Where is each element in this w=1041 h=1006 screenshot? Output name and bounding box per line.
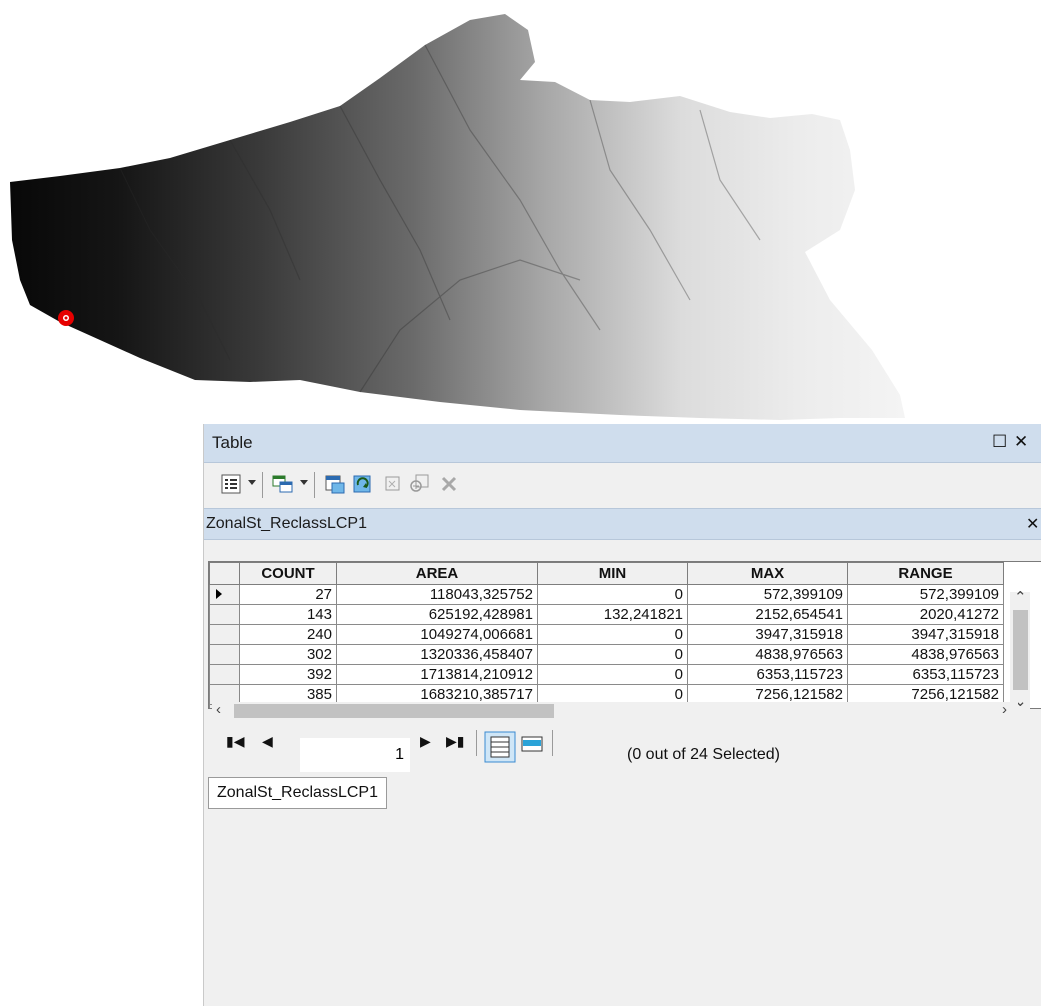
table-row[interactable]: 143 625192,428981 132,241821 2152,654541 202…: [209, 604, 1004, 625]
cell-max[interactable]: 6353,115723: [687, 664, 848, 685]
cell-min[interactable]: 132,241821: [537, 604, 688, 625]
outlet-point-icon[interactable]: [58, 310, 74, 326]
title-bar: Table ☐ ✕: [204, 424, 1041, 463]
clear-selection-icon[interactable]: [382, 473, 404, 495]
table-options-icon[interactable]: [220, 473, 242, 495]
cell-max[interactable]: 2152,654541: [687, 604, 848, 625]
related-tables-icon[interactable]: [272, 473, 294, 495]
cell-range[interactable]: 2020,41272: [847, 604, 1004, 625]
chevron-down-icon[interactable]: [248, 480, 256, 485]
cell-area[interactable]: 625192,428981: [336, 604, 538, 625]
cell-count[interactable]: 143: [239, 604, 337, 625]
close-icon[interactable]: ✕: [1014, 432, 1028, 452]
last-record-icon[interactable]: ▶▮: [446, 733, 464, 750]
maximize-icon[interactable]: ☐: [992, 432, 1007, 452]
cell-max[interactable]: 572,399109: [687, 584, 848, 605]
next-record-icon[interactable]: ▶: [420, 733, 431, 750]
cell-count[interactable]: 27: [239, 584, 337, 605]
window-title: Table: [212, 433, 253, 452]
table-window: Table ☐ ✕ ZonalSt_ReclassLCP1 ✕ COUNT AR…: [203, 424, 1041, 1006]
tab-zonalst-reclasslcp1[interactable]: ZonalSt_ReclassLCP1: [208, 777, 387, 809]
current-row-arrow-icon: [216, 589, 222, 599]
zoom-to-selected-icon[interactable]: [408, 473, 430, 495]
cell-max[interactable]: 3947,315918: [687, 624, 848, 645]
cell-count[interactable]: 240: [239, 624, 337, 645]
column-header-range[interactable]: RANGE: [847, 562, 1004, 585]
row-selector[interactable]: [209, 604, 240, 625]
nav-divider: [476, 730, 477, 756]
cell-range[interactable]: 3947,315918: [847, 624, 1004, 645]
toolbar-divider: [262, 472, 263, 498]
table-tab-name: ZonalSt_ReclassLCP1: [206, 515, 367, 532]
map-view[interactable]: [0, 0, 1041, 430]
cell-area[interactable]: 1713814,210912: [336, 664, 538, 685]
table-toolbar: [204, 463, 1041, 507]
selection-status: (0 out of 24 Selected): [627, 746, 780, 763]
table-row[interactable]: 240 1049274,006681 0 3947,315918 3947,315918: [209, 624, 1004, 645]
row-selector[interactable]: [209, 624, 240, 645]
select-by-attributes-icon[interactable]: [324, 473, 346, 495]
cell-area[interactable]: 1049274,006681: [336, 624, 538, 645]
attribute-grid: COUNT AREA MIN MAX RANGE 27 118043,325752…: [209, 562, 1004, 708]
scroll-left-icon[interactable]: ‹: [216, 701, 221, 718]
cell-range[interactable]: 572,399109: [847, 584, 1004, 605]
table-row[interactable]: 27 118043,325752 0 572,399109 572,399109: [209, 584, 1004, 605]
column-header-count[interactable]: COUNT: [239, 562, 337, 585]
first-record-icon[interactable]: ▮◀: [226, 733, 244, 750]
close-table-icon[interactable]: ✕: [1026, 514, 1039, 534]
cell-min[interactable]: 0: [537, 644, 688, 665]
toolbar-divider: [314, 472, 315, 498]
scroll-up-icon[interactable]: ⌃: [1014, 588, 1027, 606]
chevron-down-icon[interactable]: [300, 480, 308, 485]
row-selector[interactable]: [209, 584, 240, 605]
vertical-scrollbar[interactable]: ⌃ ⌄: [1010, 589, 1030, 715]
current-record-number: 1: [395, 746, 404, 763]
show-selected-records-icon[interactable]: [520, 735, 544, 755]
table-row[interactable]: 302 1320336,458407 0 4838,976563 4838,976563: [209, 644, 1004, 665]
cell-area[interactable]: 1320336,458407: [336, 644, 538, 665]
column-header-max[interactable]: MAX: [687, 562, 848, 585]
table-row[interactable]: 392 1713814,210912 0 6353,115723 6353,115723: [209, 664, 1004, 685]
current-record-field[interactable]: 1: [300, 738, 410, 772]
previous-record-icon[interactable]: ◀: [262, 733, 273, 750]
cell-count[interactable]: 392: [239, 664, 337, 685]
vertical-scroll-thumb[interactable]: [1013, 610, 1028, 690]
nav-divider: [552, 730, 553, 756]
attribute-table: COUNT AREA MIN MAX RANGE 27 118043,325752…: [208, 561, 1041, 709]
cell-min[interactable]: 0: [537, 664, 688, 685]
cell-count[interactable]: 302: [239, 644, 337, 665]
horizontal-scroll-thumb[interactable]: [234, 704, 554, 718]
row-selector[interactable]: [209, 664, 240, 685]
scroll-right-icon[interactable]: ›: [1002, 701, 1007, 718]
cell-range[interactable]: 6353,115723: [847, 664, 1004, 685]
delete-selected-icon[interactable]: [438, 473, 460, 495]
show-all-records-icon[interactable]: [484, 731, 516, 763]
switch-selection-icon[interactable]: [352, 473, 374, 495]
row-selector[interactable]: [209, 644, 240, 665]
cell-min[interactable]: 0: [537, 624, 688, 645]
horizontal-scrollbar[interactable]: ‹ ›: [212, 701, 1018, 720]
column-header-min[interactable]: MIN: [537, 562, 688, 585]
cell-min[interactable]: 0: [537, 584, 688, 605]
table-tab-header[interactable]: ZonalSt_ReclassLCP1 ✕: [204, 508, 1041, 540]
cell-area[interactable]: 118043,325752: [336, 584, 538, 605]
row-selector-header[interactable]: [209, 562, 240, 585]
column-header-area[interactable]: AREA: [336, 562, 538, 585]
header-row: COUNT AREA MIN MAX RANGE: [209, 562, 1004, 585]
cell-range[interactable]: 4838,976563: [847, 644, 1004, 665]
cell-max[interactable]: 4838,976563: [687, 644, 848, 665]
